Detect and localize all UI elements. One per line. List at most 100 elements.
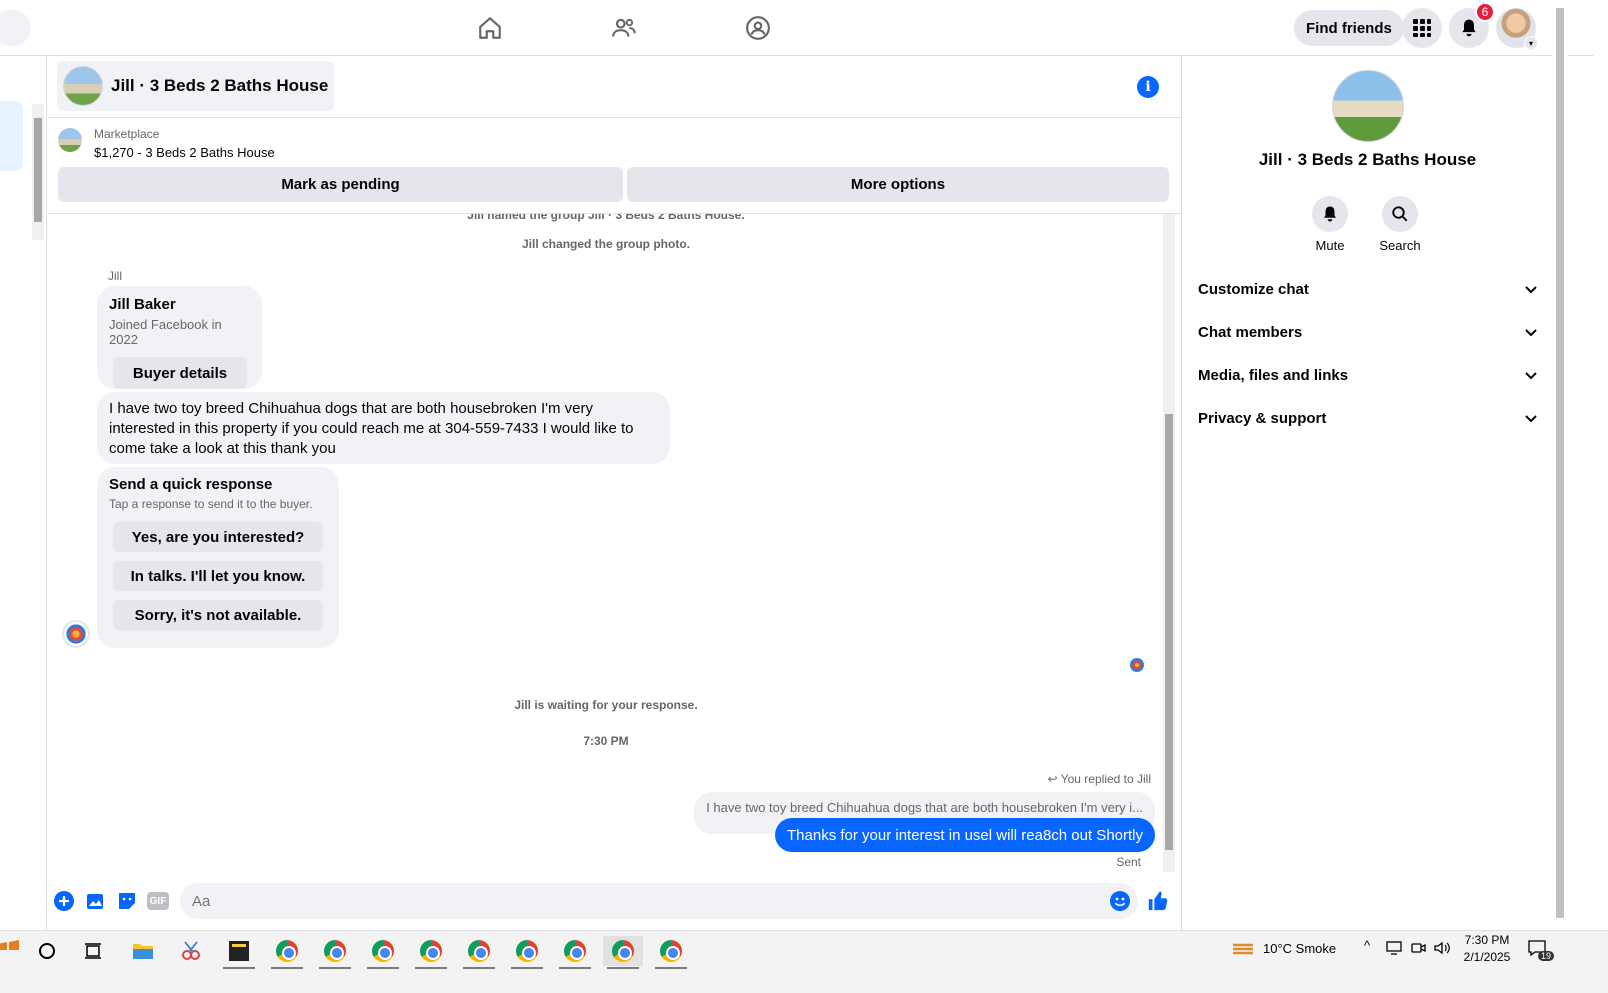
search-label: Search [1379, 238, 1421, 253]
search-button[interactable]: Search [1365, 196, 1435, 253]
windows-taskbar: 10°C Smoke ^ 7:30 PM 2/1/2025 19 [0, 930, 1608, 993]
conversation-info-panel: Jill · 3 Beds 2 Baths House Mute Search … [1181, 56, 1552, 930]
search-box-stub[interactable] [0, 10, 31, 46]
message-input[interactable] [180, 883, 1138, 919]
find-friends-button[interactable]: Find friends [1294, 10, 1404, 46]
weather-text[interactable]: 10°C Smoke [1263, 941, 1336, 956]
snipping-tool-icon[interactable] [171, 936, 211, 966]
chevron-down-icon [1525, 328, 1537, 336]
chrome-icon[interactable] [603, 936, 643, 969]
selected-chat-indicator[interactable] [0, 101, 23, 171]
sender-name: Jill [108, 269, 122, 283]
messages-scrollbar[interactable] [1163, 214, 1175, 872]
meet-now-icon[interactable] [1410, 940, 1426, 959]
quick-response-card: Send a quick response Tap a response to … [97, 467, 339, 648]
system-message: Jill named the group Jill · 3 Beds 2 Bat… [467, 214, 745, 222]
quick-response-in-talks-button[interactable]: In talks. I'll let you know. [113, 561, 323, 591]
quick-response-not-available-button[interactable]: Sorry, it's not available. [113, 600, 323, 630]
chevron-down-icon: ▾ [1524, 36, 1538, 50]
search-circle-icon[interactable] [27, 936, 67, 966]
chrome-icon[interactable] [363, 936, 403, 969]
section-label: Customize chat [1198, 281, 1309, 298]
chevron-down-icon [1525, 285, 1537, 293]
chrome-icon[interactable] [555, 936, 595, 969]
profile-avatar[interactable]: ▾ [1496, 8, 1538, 50]
chrome-icon[interactable] [267, 936, 307, 969]
read-receipt-avatar [1130, 658, 1144, 672]
message-list: Jill named the group Jill · 3 Beds 2 Bat… [48, 214, 1181, 872]
notification-count: 19 [1538, 951, 1555, 961]
chevron-up-icon[interactable]: ^ [1364, 938, 1370, 953]
chevron-down-icon [1525, 371, 1537, 379]
weather-icon[interactable] [1232, 940, 1254, 961]
listing-thumbnail[interactable] [58, 128, 82, 152]
buyer-name: Jill Baker [109, 296, 176, 313]
friends-icon[interactable] [610, 14, 638, 42]
chat-list-scrollbar[interactable] [32, 104, 44, 240]
sticker-icon[interactable] [116, 890, 138, 912]
message-status: Sent [1116, 855, 1141, 869]
listing-title[interactable]: $1,270 - 3 Beds 2 Baths House [94, 145, 275, 160]
bell-icon [1312, 196, 1348, 232]
section-privacy-support[interactable]: Privacy & support [1198, 397, 1538, 440]
start-icon[interactable] [0, 936, 28, 966]
clock-time[interactable]: 7:30 PM [1464, 933, 1510, 947]
buyer-message-text: I have two toy breed Chihuahua dogs that… [109, 400, 634, 457]
sticky-notes-icon[interactable] [219, 936, 259, 969]
mute-button[interactable]: Mute [1295, 196, 1365, 253]
emoji-icon[interactable] [1109, 890, 1131, 912]
info-icon[interactable]: i [1137, 76, 1159, 98]
more-options-button[interactable]: More options [627, 167, 1169, 202]
buyer-card: Jill Baker Joined Facebook in 2022 Buyer… [97, 286, 262, 389]
conversation-title: Jill · 3 Beds 2 Baths House [111, 76, 329, 95]
search-icon [1382, 196, 1418, 232]
network-icon[interactable] [1386, 940, 1402, 959]
task-view-icon[interactable] [73, 936, 113, 966]
volume-icon[interactable] [1433, 940, 1451, 959]
page-scrollbar[interactable] [1552, 0, 1568, 930]
mark-as-pending-button[interactable]: Mark as pending [58, 167, 623, 202]
quick-response-yes-button[interactable]: Yes, are you interested? [113, 522, 323, 552]
sender-avatar[interactable] [62, 620, 90, 648]
buyer-joined: Joined Facebook in 2022 [109, 317, 222, 347]
gif-icon[interactable]: GIF [147, 892, 169, 910]
reply-arrow-icon: ↩ [1047, 772, 1061, 786]
chrome-icon[interactable] [459, 936, 499, 969]
conversation-header: Jill · 3 Beds 2 Baths House i [48, 56, 1181, 118]
chevron-down-icon [1525, 414, 1537, 422]
buyer-details-button[interactable]: Buyer details [113, 357, 247, 389]
section-customize-chat[interactable]: Customize chat [1198, 268, 1538, 311]
waiting-notice: Jill is waiting for your response. [514, 698, 698, 712]
menu-grid-icon[interactable] [1402, 8, 1442, 48]
system-message: Jill changed the group photo. [522, 237, 690, 251]
my-message-bubble[interactable]: Thanks for your interest in usel will re… [775, 818, 1155, 852]
group-avatar[interactable] [1332, 70, 1404, 142]
conversation-title-button[interactable]: Jill · 3 Beds 2 Baths House [57, 61, 335, 111]
chrome-icon[interactable] [315, 936, 355, 969]
info-panel-title: Jill · 3 Beds 2 Baths House [1258, 150, 1477, 169]
section-chat-members[interactable]: Chat members [1198, 311, 1538, 354]
chrome-icon[interactable] [651, 936, 691, 969]
like-icon[interactable] [1147, 890, 1169, 912]
reply-note: ↩ You replied to Jill [1048, 772, 1151, 786]
section-label: Chat members [1198, 324, 1303, 341]
notifications-button[interactable]: 6 [1449, 2, 1495, 48]
file-explorer-icon[interactable] [123, 936, 163, 966]
notification-badge: 6 [1475, 2, 1495, 22]
marketplace-listing-bar: Marketplace $1,270 - 3 Beds 2 Baths Hous… [48, 118, 1181, 214]
section-label: Media, files and links [1198, 367, 1349, 384]
group-photo [63, 66, 103, 106]
chat-list-panel [0, 56, 47, 930]
message-composer: GIF [48, 872, 1181, 930]
reply-note-text: You replied to Jill [1060, 772, 1151, 786]
top-navbar: Find friends 6 ▾ [0, 0, 1594, 56]
home-icon[interactable] [476, 14, 504, 42]
chrome-icon[interactable] [411, 936, 451, 969]
chrome-icon[interactable] [507, 936, 547, 969]
plus-icon[interactable] [53, 890, 75, 912]
section-media-files-links[interactable]: Media, files and links [1198, 354, 1538, 397]
clock-date[interactable]: 2/1/2025 [1460, 950, 1514, 964]
photo-icon[interactable] [85, 890, 107, 912]
message-timestamp: 7:30 PM [583, 734, 629, 748]
groups-icon[interactable] [744, 14, 772, 42]
